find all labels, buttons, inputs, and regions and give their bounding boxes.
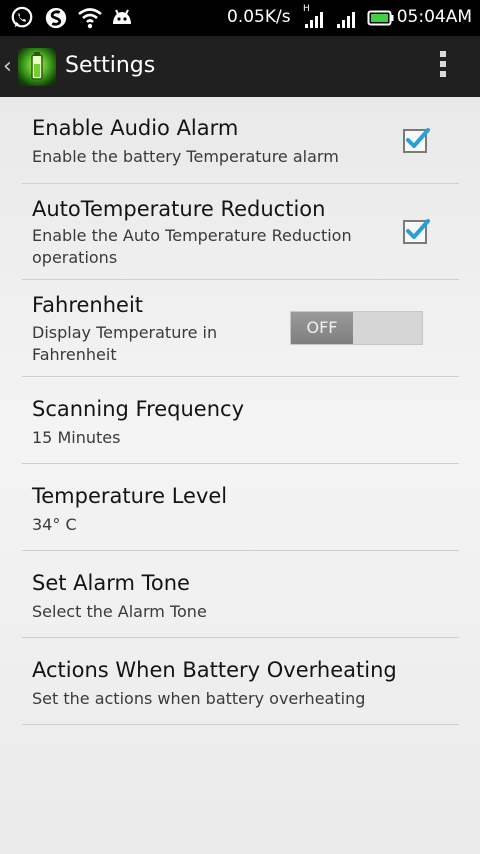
signal-h-icon xyxy=(305,12,323,28)
status-bar: 0.05K/s H 05:04AM xyxy=(0,0,480,36)
screen-title: Settings xyxy=(65,53,156,78)
sync-icon xyxy=(45,7,67,29)
back-chevron-icon[interactable]: ‹ xyxy=(3,54,12,79)
pref-title: Enable Audio Alarm xyxy=(32,116,239,140)
pref-title: Temperature Level xyxy=(32,484,228,508)
clock: 05:04AM xyxy=(396,7,472,27)
pref-summary: 34° C xyxy=(32,515,77,534)
pref-fahrenheit[interactable]: Fahrenheit Display Temperature in Fahren… xyxy=(22,280,459,377)
pref-summary: 15 Minutes xyxy=(32,428,121,447)
pref-temperature-level[interactable]: Temperature Level 34° C xyxy=(22,464,459,551)
wifi-icon xyxy=(78,8,102,29)
checkmark-icon xyxy=(406,128,430,148)
battery-icon xyxy=(367,10,394,26)
audio-alarm-checkbox[interactable] xyxy=(403,128,430,153)
checkmark-icon xyxy=(406,219,430,239)
pref-summary: Set the actions when battery overheating xyxy=(32,689,366,708)
pref-title: Fahrenheit xyxy=(32,293,144,317)
switch-knob: OFF xyxy=(291,312,353,344)
pref-auto-temperature-reduction[interactable]: AutoTemperature Reduction Enable the Aut… xyxy=(22,184,459,280)
pref-scanning-frequency[interactable]: Scanning Frequency 15 Minutes xyxy=(22,377,459,464)
action-bar: ‹ Settings xyxy=(0,36,480,98)
pref-set-alarm-tone[interactable]: Set Alarm Tone Select the Alarm Tone xyxy=(22,551,459,638)
pref-title: AutoTemperature Reduction xyxy=(32,197,326,221)
pref-summary: Enable the Auto Temperature Reduction op… xyxy=(32,226,352,267)
signal-icon xyxy=(337,12,355,28)
network-speed: 0.05K/s xyxy=(227,7,291,27)
pref-actions-when-overheating[interactable]: Actions When Battery Overheating Set the… xyxy=(22,638,459,725)
preferences-list: Enable Audio Alarm Enable the battery Te… xyxy=(0,97,480,854)
pref-summary: Display Temperature in Fahrenheit xyxy=(32,323,218,364)
pref-enable-audio-alarm[interactable]: Enable Audio Alarm Enable the battery Te… xyxy=(22,97,459,184)
fahrenheit-switch[interactable]: OFF xyxy=(290,311,423,345)
pref-title: Scanning Frequency xyxy=(32,397,244,421)
whatsapp-icon xyxy=(11,6,33,28)
overflow-menu-icon[interactable] xyxy=(436,51,450,85)
pref-title: Set Alarm Tone xyxy=(32,571,190,595)
app-icon[interactable] xyxy=(16,46,58,88)
pref-title: Actions When Battery Overheating xyxy=(32,658,397,682)
pref-summary: Enable the battery Temperature alarm xyxy=(32,147,339,166)
pref-summary: Select the Alarm Tone xyxy=(32,602,207,621)
auto-temperature-reduction-checkbox[interactable] xyxy=(403,219,430,244)
android-debug-icon xyxy=(113,9,131,24)
